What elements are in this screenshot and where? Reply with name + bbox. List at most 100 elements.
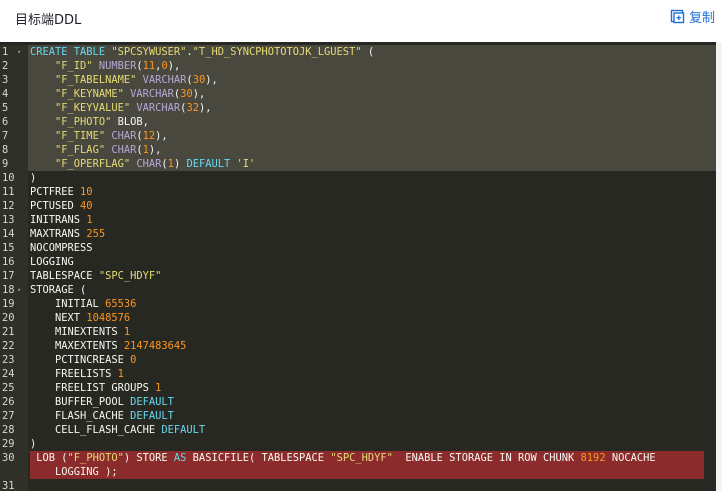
code-token: ( [361, 46, 375, 58]
code-text: MAXEXTENTS 2147483645 [30, 339, 186, 353]
code-line: 25 FREELIST GROUPS 1 [0, 381, 716, 395]
code-token: "F_FLAG" [55, 144, 106, 156]
code-line: 22 MAXEXTENTS 2147483645 [0, 339, 716, 353]
code-token: "F_PHOTO" [67, 452, 124, 464]
code-line: 26 BUFFER_POOL DEFAULT [0, 395, 716, 409]
code-token: ) STORE [123, 452, 174, 464]
fold-toggle-icon[interactable]: ▾ [17, 283, 25, 297]
code-token: NUMBER [98, 60, 137, 72]
code-text: INITRANS 1 [30, 213, 93, 227]
code-token: NOCOMPRESS [30, 242, 93, 254]
code-text: INITIAL 65536 [30, 297, 136, 311]
code-token: ) [30, 438, 37, 450]
line-number: 15 [0, 241, 28, 255]
code-text: "F_KEYNAME" VARCHAR(30), [30, 87, 205, 101]
ddl-code-editor[interactable]: 1 ▾ CREATE TABLE "SPCSYWUSER"."T_HD_SYNCPH… [0, 42, 716, 491]
line-number: 13 [0, 213, 28, 227]
code-text: FLASH_CACHE DEFAULT [30, 409, 174, 423]
code-line: 17 TABLESPACE "SPC_HDYF" [0, 269, 716, 283]
code-token: 1 [86, 214, 93, 226]
code-token: 1 [117, 368, 124, 380]
code-text: "F_PHOTO" BLOB, [30, 115, 149, 129]
code-line: LOGGING ); [0, 465, 716, 479]
code-text: LOGGING ); [30, 465, 118, 479]
line-number: 24 [0, 367, 28, 381]
code-token: FREELIST GROUPS [30, 382, 156, 394]
code-token: 30 [192, 74, 206, 86]
code-token: 255 [86, 228, 106, 240]
code-token: ) [173, 158, 187, 170]
line-number: 10 [0, 171, 28, 185]
code-line: 12 PCTUSED 40 [0, 199, 716, 213]
code-line: 18 ▾ STORAGE ( [0, 283, 716, 297]
code-line: 23 PCTINCREASE 0 [0, 353, 716, 367]
code-line: 5 "F_KEYVALUE" VARCHAR(32), [0, 101, 716, 115]
code-line: 3 "F_TABELNAME" VARCHAR(30), [0, 73, 716, 87]
code-token: 12 [142, 130, 156, 142]
line-number: 27 [0, 409, 28, 423]
line-number: 11 [0, 185, 28, 199]
code-token: 1048576 [86, 312, 131, 324]
code-token: 1 [123, 326, 131, 338]
code-text: PCTFREE 10 [30, 185, 93, 199]
code-token: MAXEXTENTS [30, 340, 124, 352]
code-line: 14 MAXTRANS 255 [0, 227, 716, 241]
code-line: 29) [0, 437, 716, 451]
code-token: INITIAL [30, 298, 106, 310]
line-number: 30 [0, 451, 28, 465]
code-token: 'I' [236, 158, 256, 170]
code-token: PCTINCREASE [30, 354, 131, 366]
code-token: DEFAULT [186, 158, 237, 170]
line-highlight [30, 465, 704, 479]
line-number: 14 [0, 227, 28, 241]
line-number: 19 [0, 297, 28, 311]
code-token: 1 [155, 382, 162, 394]
editor-scrollbar[interactable] [716, 42, 722, 491]
code-token: MINEXTENTS [30, 326, 124, 338]
code-text: LOB ("F_PHOTO") STORE AS BASICFILE( TABL… [30, 451, 656, 465]
code-token: "F_PHOTO" [55, 116, 112, 128]
line-number: 3 [0, 73, 28, 87]
code-text: FREELIST GROUPS 1 [30, 381, 161, 395]
code-token: 8192 [580, 452, 606, 464]
code-token: ), [198, 102, 212, 114]
code-token: "F_OPERFLAG" [55, 158, 131, 170]
code-token: LOB ( [30, 452, 68, 464]
code-token: VARCHAR [130, 88, 174, 100]
code-token: 0 [130, 354, 137, 366]
code-token: ), [192, 88, 206, 100]
code-token: NOCACHE [605, 452, 656, 464]
code-text: "F_KEYVALUE" VARCHAR(32), [30, 101, 211, 115]
code-token: INITRANS [30, 214, 87, 226]
code-token: BASICFILE( TABLESPACE [186, 452, 331, 464]
line-number: 22 [0, 339, 28, 353]
copy-button[interactable]: 复制 [670, 7, 715, 26]
code-text: PCTINCREASE 0 [30, 353, 136, 367]
code-line: 15 NOCOMPRESS [0, 241, 716, 255]
code-token: ) [30, 172, 37, 184]
panel-title: 目标端DDL [15, 13, 82, 28]
code-text: STORAGE ( [30, 283, 86, 297]
code-token: LOGGING ); [30, 466, 118, 478]
line-number: 29 [0, 437, 28, 451]
code-text: CELL_FLASH_CACHE DEFAULT [30, 423, 205, 437]
code-token: DEFAULT [161, 424, 206, 436]
code-text: "F_OPERFLAG" CHAR(1) DEFAULT 'I' [30, 157, 255, 171]
code-text: ) [30, 437, 36, 451]
line-number: 20 [0, 311, 28, 325]
code-line: 7 "F_TIME" CHAR(12), [0, 129, 716, 143]
code-token: CELL_FLASH_CACHE [30, 424, 162, 436]
code-line: 13 INITRANS 1 [0, 213, 716, 227]
code-token: FREELISTS [30, 368, 118, 380]
fold-toggle-icon[interactable]: ▾ [17, 45, 25, 59]
code-token: "F_KEYNAME" [55, 88, 124, 100]
code-text: PCTUSED 40 [30, 199, 93, 213]
line-number: 2 [0, 59, 28, 73]
line-number: 5 [0, 101, 28, 115]
line-number [0, 465, 28, 479]
code-text: CREATE TABLE "SPCSYWUSER"."T_HD_SYNCPHOT… [30, 45, 374, 59]
